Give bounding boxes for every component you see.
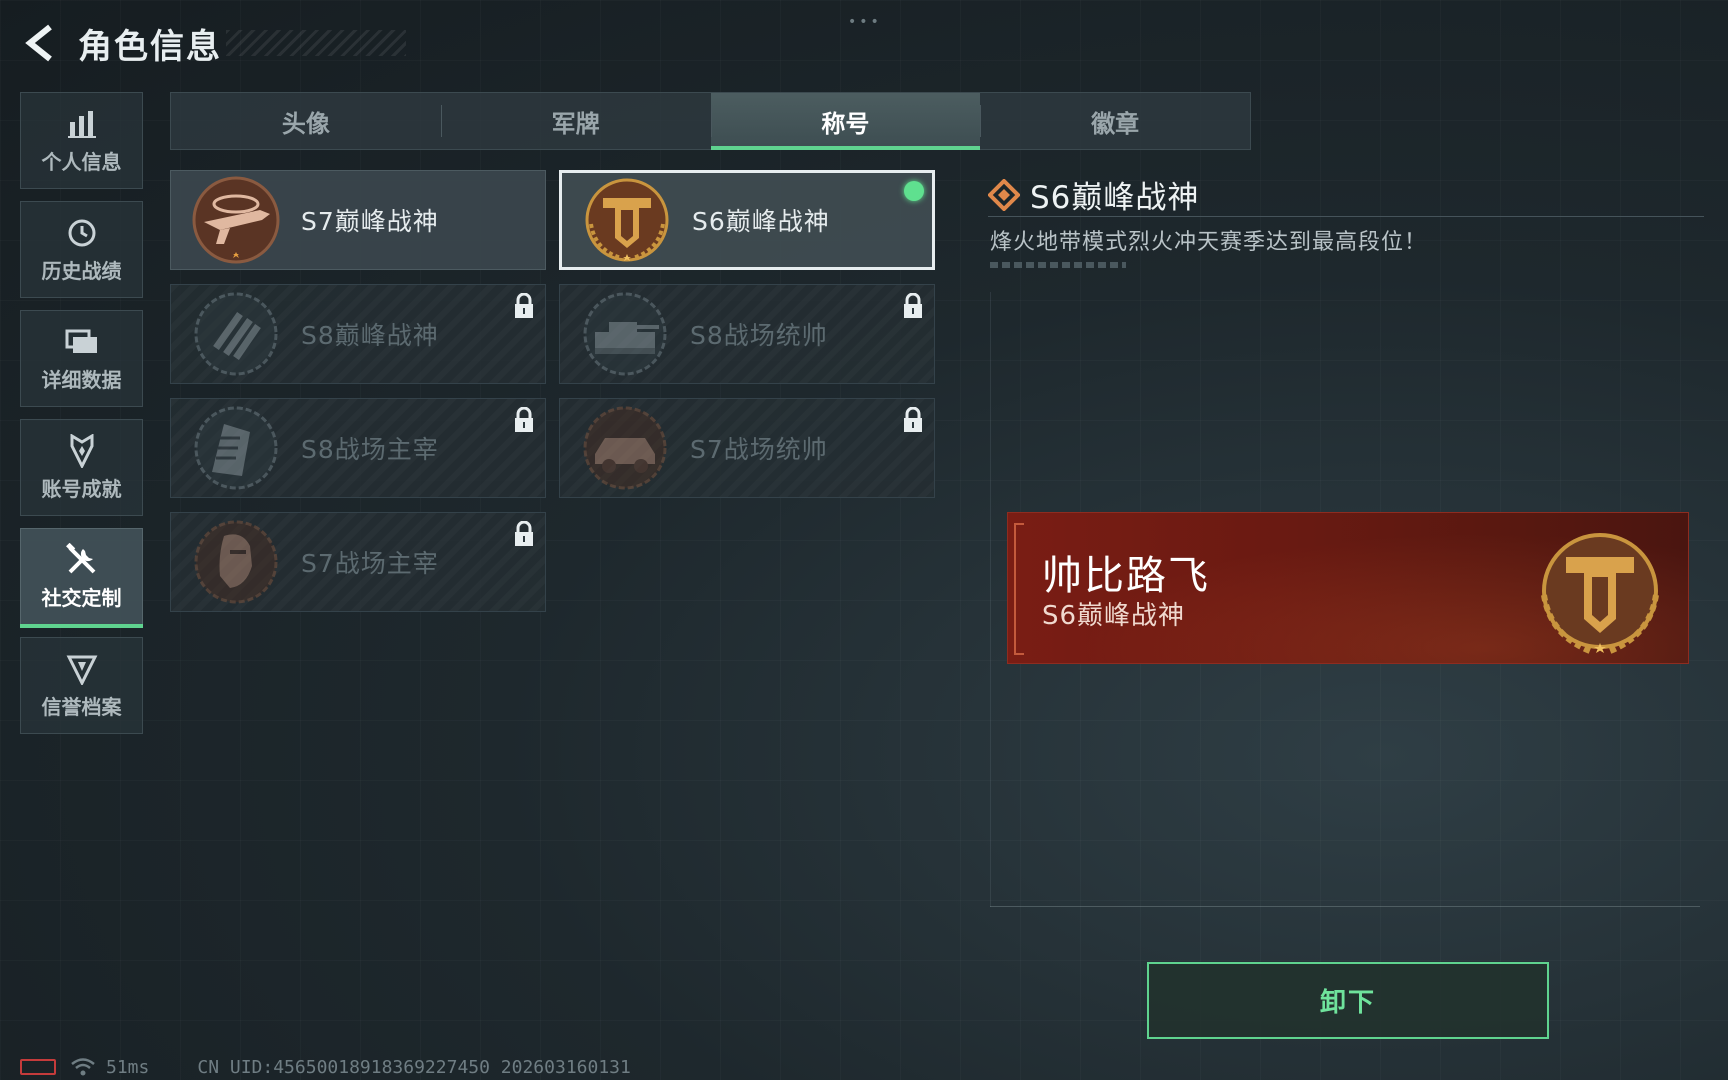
tab-title[interactable]: 称号 xyxy=(710,93,981,150)
back-arrow-icon xyxy=(25,24,52,62)
title-card-name: S7巅峰战神 xyxy=(301,207,439,236)
lock-icon xyxy=(515,521,533,546)
title-card-name: S8战场统帅 xyxy=(690,321,828,350)
back-button[interactable] xyxy=(20,21,64,65)
tab-avatar[interactable]: 头像 xyxy=(171,93,441,149)
vehicle-emblem-icon xyxy=(576,399,674,497)
lock-icon xyxy=(515,293,533,318)
title-card-s8-peak-god[interactable]: S8巅峰战神 xyxy=(170,284,546,384)
preview-frame-bottom xyxy=(990,906,1700,907)
handle-dots: ••• xyxy=(848,14,882,30)
status-bar: 51ms CN UID:45650018918369227450 2026031… xyxy=(20,1056,631,1078)
title-card-name: S8巅峰战神 xyxy=(301,321,439,350)
ping-value: 51ms xyxy=(106,1056,150,1078)
nameplate-corner-bracket xyxy=(1014,523,1024,655)
lock-icon xyxy=(515,407,533,432)
title-card-name: S8战场主宰 xyxy=(301,435,439,464)
sidebar-item-label: 信誉档案 xyxy=(41,695,122,719)
sidebar-item-label: 账号成就 xyxy=(41,477,122,501)
shield-laurel-emblem-icon xyxy=(578,171,676,269)
bar-chart-icon xyxy=(64,106,100,142)
achievement-icon xyxy=(64,433,100,469)
uid-text: CN UID:45650018918369227450 202603160131 xyxy=(197,1056,631,1078)
title-card-name: S7战场统帅 xyxy=(690,435,828,464)
sidebar-item-credit-record[interactable]: 信誉档案 xyxy=(20,637,143,734)
title-card-s7-battlefield-dominator[interactable]: S7战场主宰 xyxy=(170,512,546,612)
detail-divider xyxy=(988,216,1704,217)
title-card-s8-battlefield-dominator[interactable]: S8战场主宰 xyxy=(170,398,546,498)
sidebar-item-detailed-data[interactable]: 详细数据 xyxy=(20,310,143,407)
detail-header: S6巅峰战神 xyxy=(988,172,1199,217)
sidebar-item-social-custom[interactable]: 社交定制 xyxy=(20,528,143,628)
battery-icon xyxy=(20,1059,56,1075)
tank-emblem-icon xyxy=(576,285,674,383)
title-card-s6-peak-god[interactable]: S6巅峰战神 xyxy=(559,170,935,270)
sidebar-item-label: 详细数据 xyxy=(41,368,122,392)
title-card-name: S7战场主宰 xyxy=(301,549,439,578)
nameplate-player-name: 帅比路飞 xyxy=(1042,553,1210,599)
sidebar-item-label: 社交定制 xyxy=(41,586,122,610)
header: 角色信息 xyxy=(20,18,406,68)
sidebar-item-label: 个人信息 xyxy=(41,150,122,174)
shield-laurel-emblem-icon xyxy=(1541,533,1659,654)
credit-icon xyxy=(64,651,100,687)
unequip-button[interactable]: 卸下 xyxy=(1147,962,1549,1039)
unequip-button-label: 卸下 xyxy=(1319,988,1376,1018)
rifle-emblem-icon xyxy=(187,171,285,269)
sidebar: 个人信息 历史战绩 详细数据 账号成就 社交定制 信誉档案 xyxy=(20,92,143,746)
sidebar-item-history[interactable]: 历史战绩 xyxy=(20,201,143,298)
title-card-s7-battlefield-marshal[interactable]: S7战场统帅 xyxy=(559,398,935,498)
building-emblem-icon xyxy=(187,399,285,497)
detail-description: 烽火地带模式烈火冲天赛季达到最高段位！ xyxy=(990,230,1428,255)
diamond-icon xyxy=(988,178,1020,211)
wifi-icon xyxy=(71,1058,95,1076)
lock-icon xyxy=(904,407,922,432)
detail-decoration xyxy=(990,262,1126,268)
nameplate-preview: 帅比路飞 S6巅峰战神 xyxy=(1007,512,1689,664)
title-decoration xyxy=(226,30,406,56)
slash-emblem-icon xyxy=(187,285,285,383)
sidebar-item-personal-info[interactable]: 个人信息 xyxy=(20,92,143,189)
title-card-name: S6巅峰战神 xyxy=(692,207,830,236)
folder-icon xyxy=(64,324,100,360)
sidebar-item-label: 历史战绩 xyxy=(41,259,122,283)
title-card-s7-peak-god[interactable]: S7巅峰战神 xyxy=(170,170,546,270)
detail-title-name: S6巅峰战神 xyxy=(1030,180,1200,216)
category-tabs: 头像 军牌 称号 徽章 xyxy=(170,92,1251,150)
equipped-indicator xyxy=(904,181,924,201)
tools-icon xyxy=(64,542,100,578)
nameplate-title: S6巅峰战神 xyxy=(1042,601,1186,631)
title-card-s8-battlefield-marshal[interactable]: S8战场统帅 xyxy=(559,284,935,384)
history-icon xyxy=(64,215,100,251)
soldier-emblem-icon xyxy=(187,513,285,611)
tab-badge[interactable]: 徽章 xyxy=(980,93,1250,149)
tab-dog-tag[interactable]: 军牌 xyxy=(440,93,711,149)
page-title: 角色信息 xyxy=(78,26,222,67)
sidebar-item-achievements[interactable]: 账号成就 xyxy=(20,419,143,516)
lock-icon xyxy=(904,293,922,318)
